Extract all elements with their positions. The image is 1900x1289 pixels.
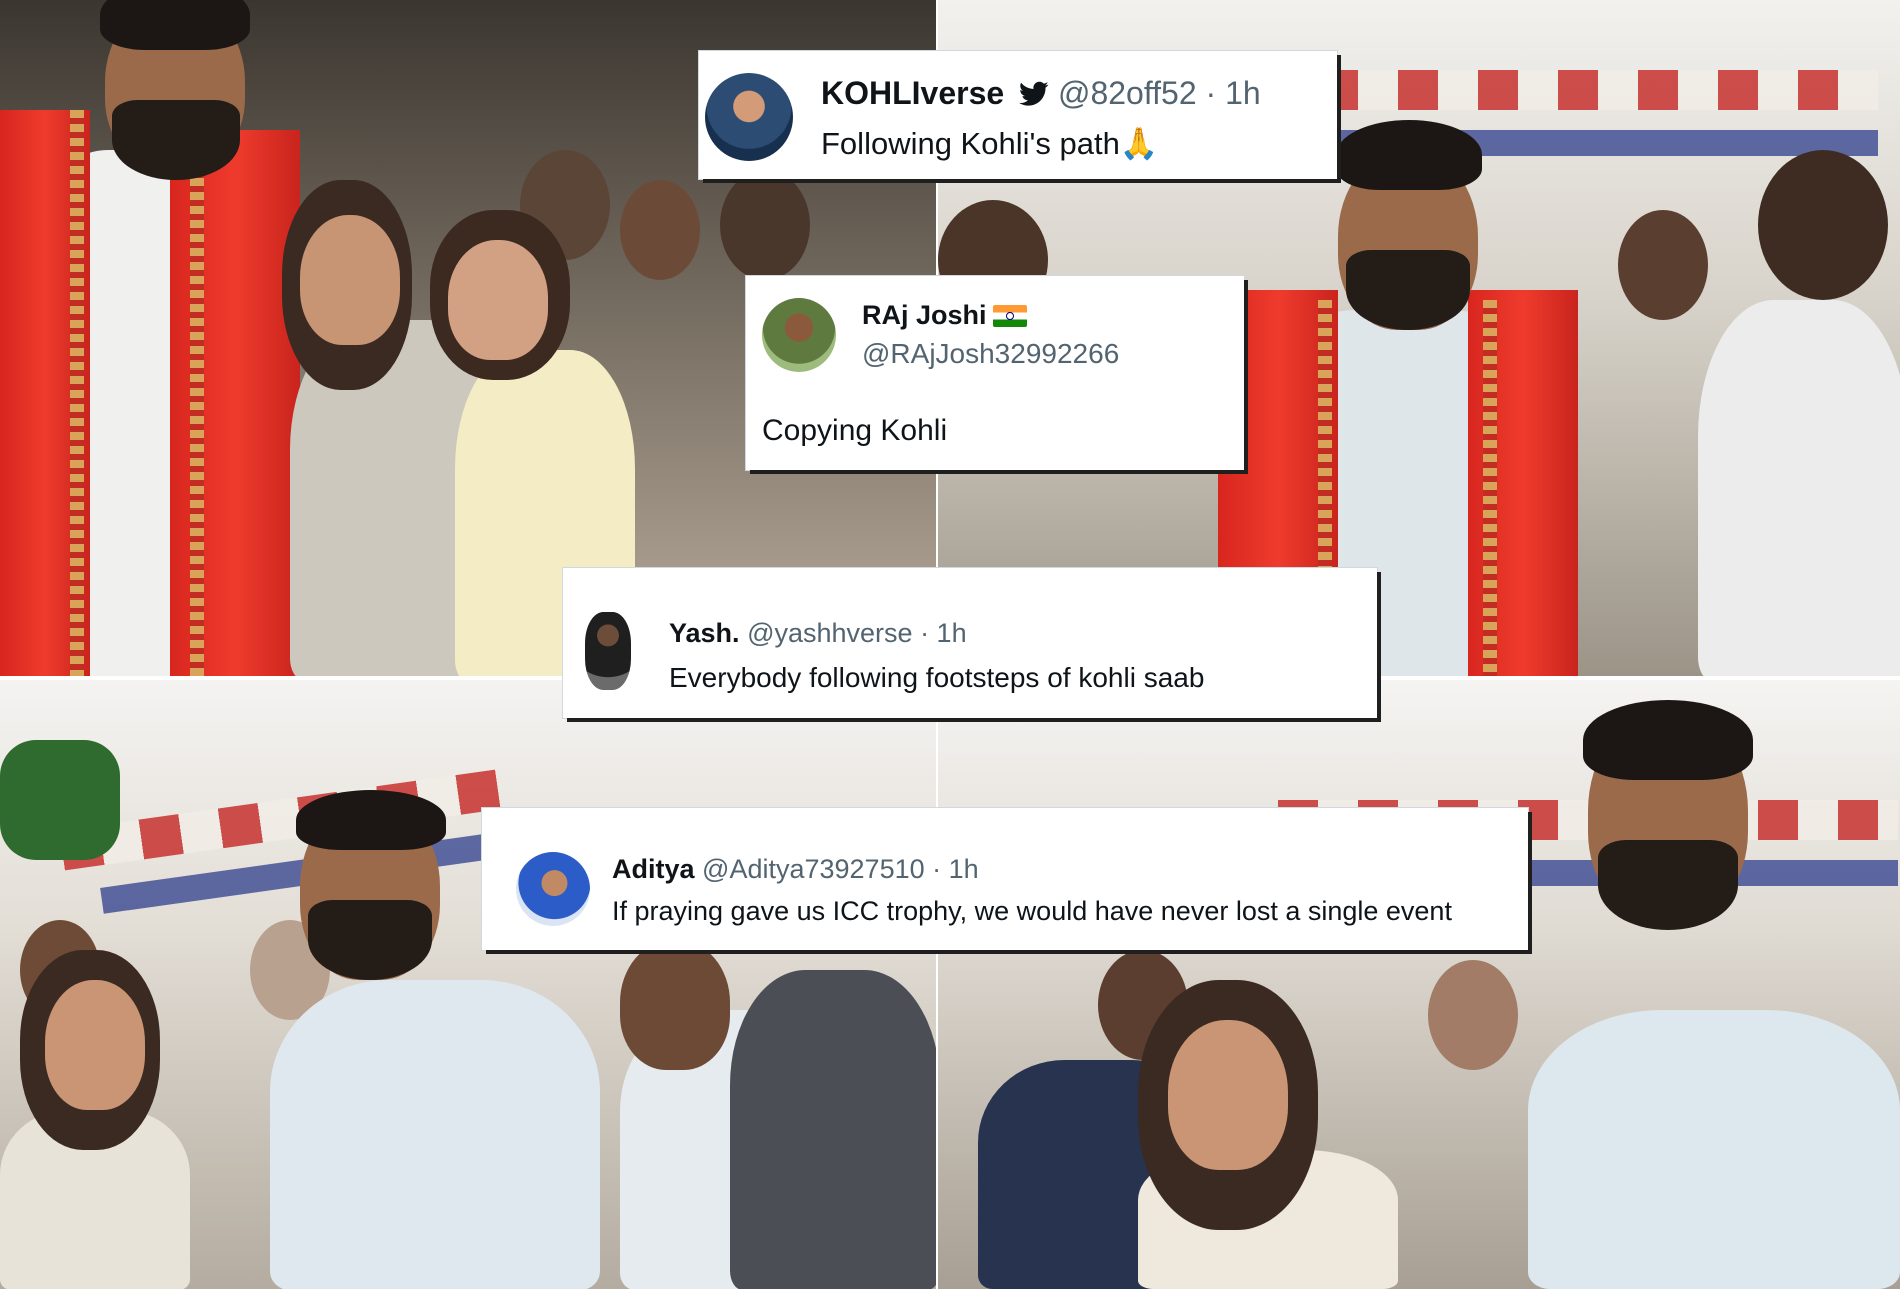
tweet-text: If praying gave us ICC trophy, we would … [612, 896, 1452, 926]
tweet-text: Everybody following footsteps of kohli s… [669, 662, 1205, 693]
folded-hands-emoji: 🙏 [1119, 126, 1159, 162]
avatar[interactable] [516, 852, 590, 926]
tweet-author-name[interactable]: KOHLIverse [821, 75, 1004, 111]
tweet-author-name[interactable]: RAj Joshi [862, 300, 987, 330]
tweet-text: Following Kohli's path [821, 126, 1120, 161]
avatar[interactable] [585, 612, 631, 690]
tweet-handle[interactable]: @Aditya73927510 [702, 854, 925, 884]
tweet-time[interactable]: · 1h [920, 618, 967, 648]
bird-icon [1019, 81, 1049, 107]
tweet-card[interactable]: Aditya @Aditya73927510 · 1h If praying g… [482, 808, 1528, 950]
avatar[interactable] [705, 73, 793, 161]
tweet-time[interactable]: · 1h [932, 854, 979, 884]
tweet-card[interactable]: RAj Joshi @RAjJosh32992266 Copying Kohli [746, 276, 1244, 470]
tweet-author-name[interactable]: Aditya [612, 854, 695, 884]
photo-bottom-left [0, 680, 936, 1289]
tweet-time[interactable]: · 1h [1206, 75, 1261, 111]
tweet-text: Copying Kohli [762, 414, 948, 447]
india-flag-icon [992, 305, 1027, 327]
tweet-handle[interactable]: @yashhverse [747, 618, 912, 648]
tweet-card[interactable]: Yash. @yashhverse · 1h Everybody followi… [563, 568, 1377, 718]
tweet-card[interactable]: KOHLIverse @82off52 · 1h Following Kohli… [699, 51, 1337, 179]
tweet-author-name[interactable]: Yash. [669, 618, 740, 648]
photo-bottom-right [938, 680, 1900, 1289]
tweet-text-row: Following Kohli's path🙏 [821, 125, 1158, 162]
avatar[interactable] [762, 298, 836, 372]
tweet-handle[interactable]: @RAjJosh32992266 [862, 338, 1119, 370]
tweet-handle[interactable]: @82off52 [1058, 75, 1197, 111]
